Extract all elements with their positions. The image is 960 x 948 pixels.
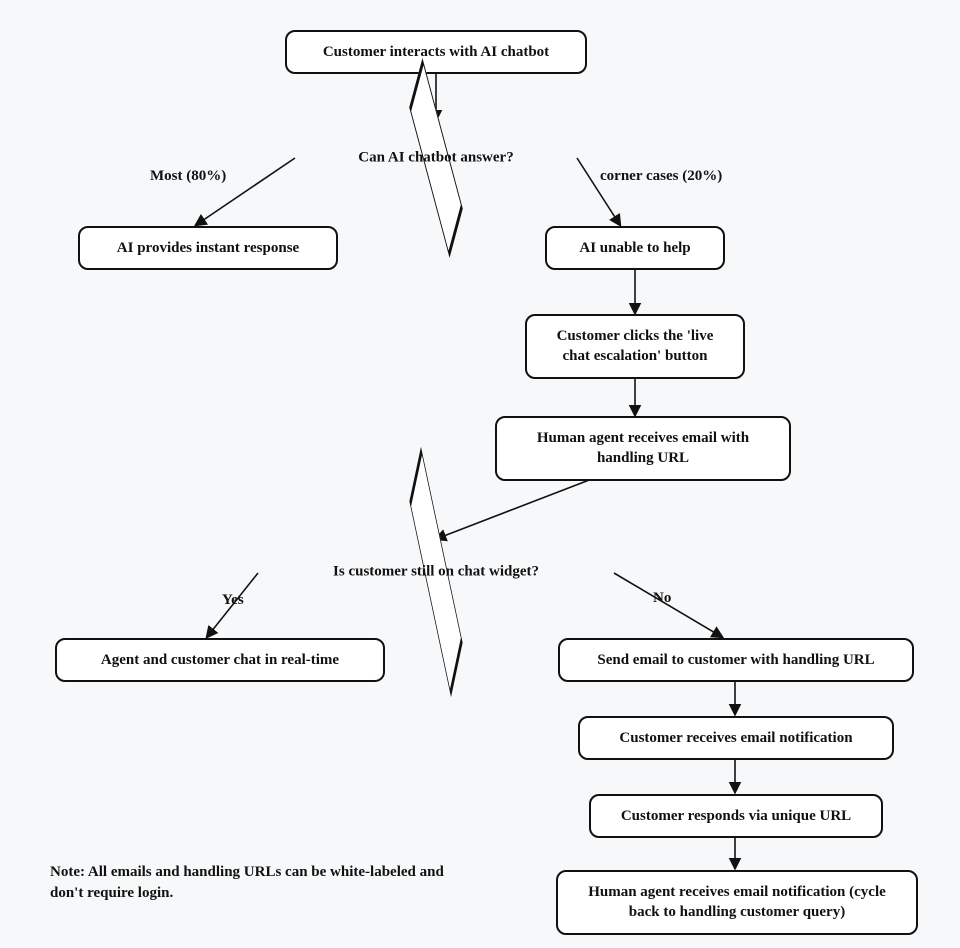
edge-label-corner-cases: corner cases (20%): [600, 168, 722, 185]
node-label: Customer interacts with AI chatbot: [323, 44, 549, 60]
edge-label-yes: Yes: [222, 592, 244, 609]
node-realtime-chat: Agent and customer chat in real-time: [55, 638, 385, 682]
node-label: AI unable to help: [579, 240, 690, 256]
flowchart-canvas: Customer interacts with AI chatbot Can A…: [0, 0, 960, 948]
node-escalation-button: Customer clicks the 'live chat escalatio…: [525, 314, 745, 379]
decision-customer-still-on-widget: Is customer still on chat widget?: [216, 532, 656, 612]
node-label: AI provides instant response: [117, 240, 299, 256]
node-label: Agent and customer chat in real-time: [101, 652, 339, 668]
node-agent-receives-email: Human agent receives email with handling…: [495, 416, 791, 481]
node-label: Customer receives email notification: [619, 730, 852, 746]
node-label: Customer responds via unique URL: [621, 808, 851, 824]
decision-can-ai-answer: Can AI chatbot answer?: [256, 118, 616, 198]
edge-label-most: Most (80%): [150, 168, 226, 185]
node-label: Customer clicks the 'live chat escalatio…: [557, 328, 714, 364]
node-label: Human agent receives email with handling…: [537, 430, 749, 466]
node-customer-responds-url: Customer responds via unique URL: [589, 794, 883, 838]
node-agent-notification-cycle: Human agent receives email notification …: [556, 870, 918, 935]
footnote: Note: All emails and handling URLs can b…: [50, 862, 470, 904]
edge-label-no: No: [653, 590, 671, 607]
node-ai-instant-response: AI provides instant response: [78, 226, 338, 270]
node-label: Send email to customer with handling URL: [597, 652, 874, 668]
node-ai-unable: AI unable to help: [545, 226, 725, 270]
node-customer-email-notification: Customer receives email notification: [578, 716, 894, 760]
node-label: Human agent receives email notification …: [588, 884, 886, 920]
decision-label: Is customer still on chat widget?: [216, 564, 656, 581]
decision-label: Can AI chatbot answer?: [256, 150, 616, 167]
node-customer-interacts: Customer interacts with AI chatbot: [285, 30, 587, 74]
node-send-email-customer: Send email to customer with handling URL: [558, 638, 914, 682]
